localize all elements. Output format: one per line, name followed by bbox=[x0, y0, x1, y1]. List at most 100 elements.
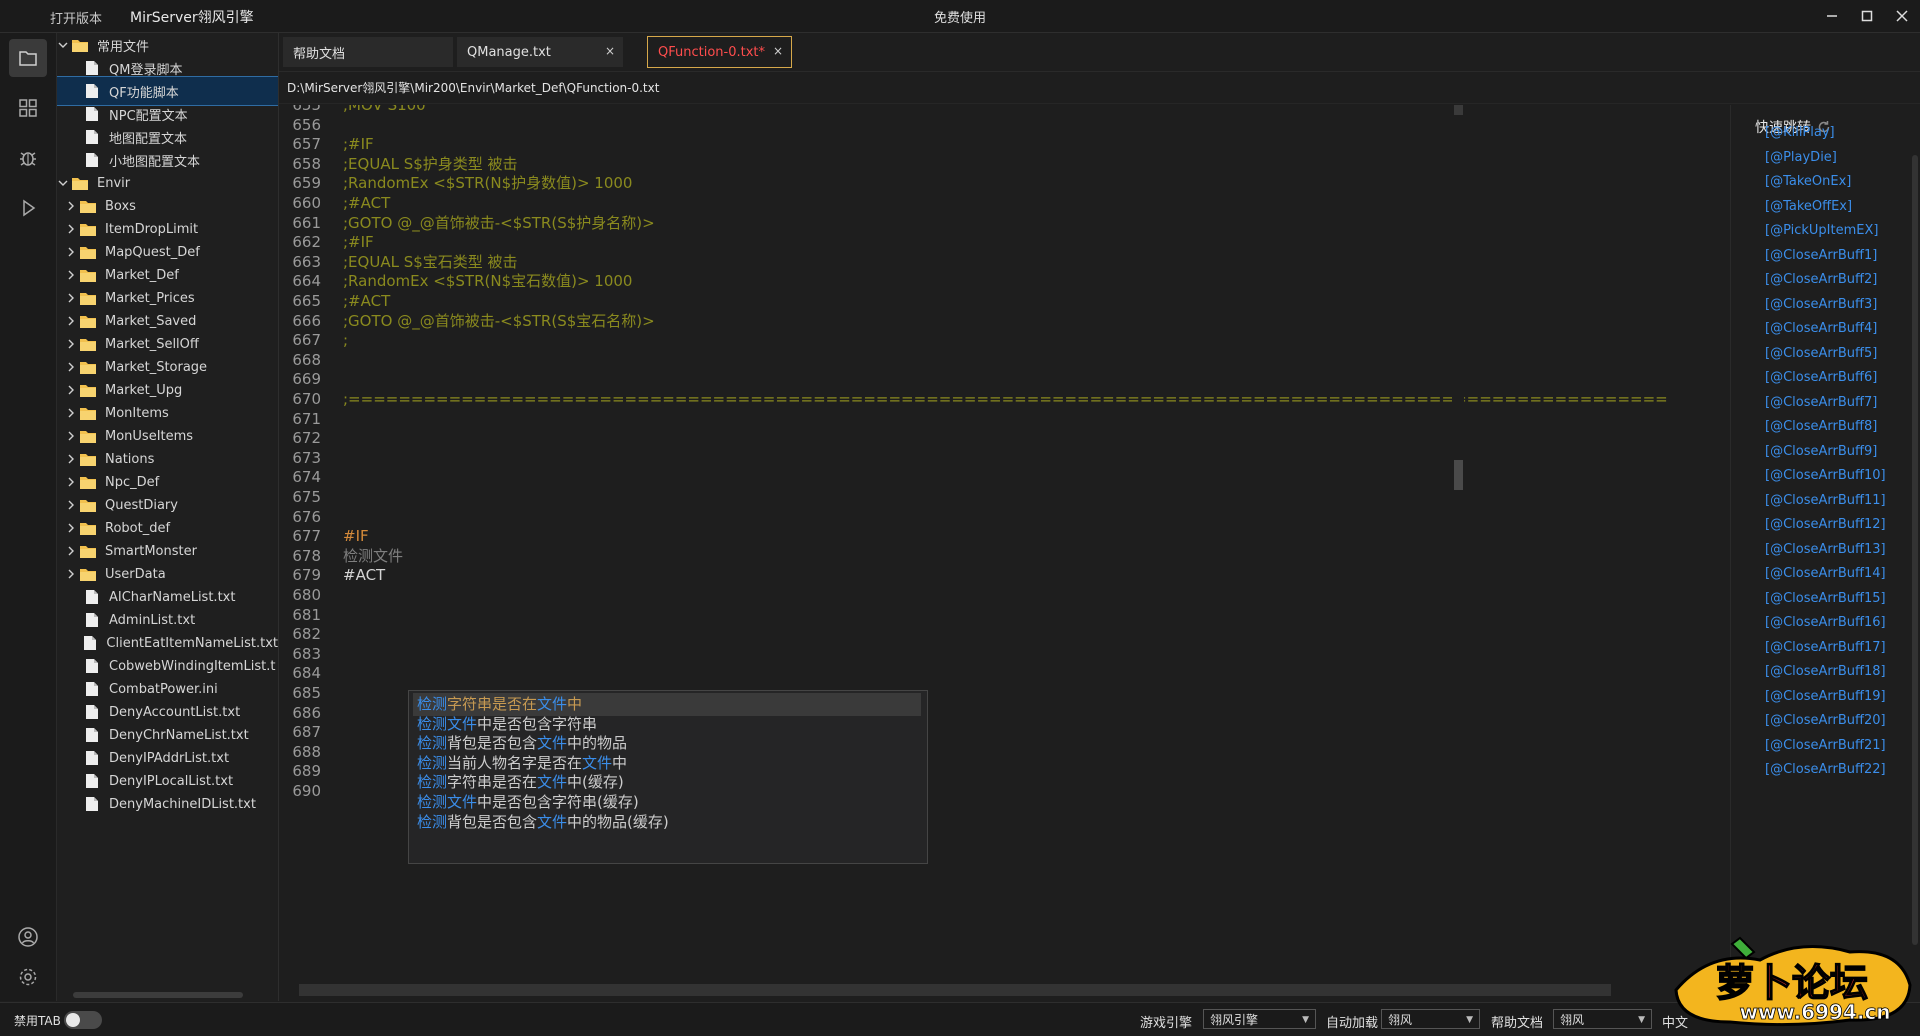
code-line[interactable]: ; bbox=[343, 328, 348, 352]
file-icon bbox=[86, 728, 98, 742]
quick-jump-link[interactable]: [@CloseArrBuff13] bbox=[1765, 542, 1886, 557]
chevron-right-icon bbox=[68, 454, 74, 464]
quick-jump-link[interactable]: [@CloseArrBuff17] bbox=[1765, 640, 1886, 655]
chevron-right-icon[interactable] bbox=[65, 522, 77, 534]
autocomplete-item-text: 中是否包含字符串(缓存) bbox=[477, 793, 639, 811]
chevron-right-icon[interactable] bbox=[65, 407, 77, 419]
tree-item-label: AICharNameList.txt bbox=[109, 589, 236, 605]
tree-item-label: MonUseItems bbox=[105, 428, 194, 444]
chevron-right-icon[interactable] bbox=[65, 200, 77, 212]
run-button[interactable] bbox=[9, 189, 47, 227]
autocomplete-item-text: 文件 bbox=[537, 734, 568, 753]
chevron-right-icon[interactable] bbox=[65, 453, 77, 465]
quick-jump-link[interactable]: [@CloseArrBuff6] bbox=[1765, 370, 1877, 385]
quick-jump-link[interactable]: [@CloseArrBuff18] bbox=[1765, 664, 1886, 679]
disable-tab-toggle[interactable] bbox=[64, 1011, 102, 1029]
quick-jump-link[interactable]: [@CloseArrBuff20] bbox=[1765, 713, 1886, 728]
quick-jump-link[interactable]: [@CloseArrBuff3] bbox=[1765, 297, 1877, 312]
debug-button[interactable] bbox=[9, 139, 47, 177]
quick-jump-link[interactable]: [@CloseArrBuff10] bbox=[1765, 468, 1886, 483]
tab-help-doc[interactable]: 帮助文档 bbox=[283, 37, 453, 67]
quick-jump-link[interactable]: [@PickUpItemEX] bbox=[1765, 223, 1878, 238]
chevron-right-icon[interactable] bbox=[65, 223, 77, 235]
file-icon bbox=[83, 83, 101, 99]
file-icon bbox=[86, 659, 98, 673]
quick-jump-link[interactable]: [@CloseArrBuff5] bbox=[1765, 346, 1877, 361]
code-line[interactable]: ;MOV S100 bbox=[343, 105, 426, 117]
chevron-right-icon[interactable] bbox=[65, 361, 77, 373]
quick-jump-link[interactable]: [@CloseArrBuff8] bbox=[1765, 419, 1877, 434]
account-button[interactable] bbox=[9, 918, 47, 956]
tab-qmanage[interactable]: QManage.txt × bbox=[457, 37, 623, 67]
code-line[interactable]: ;=======================================… bbox=[343, 387, 1668, 411]
quick-jump-link[interactable]: [@CloseArrBuff12] bbox=[1765, 517, 1886, 532]
folder-icon bbox=[80, 546, 96, 558]
folder-icon bbox=[79, 313, 97, 329]
settings-button[interactable] bbox=[9, 958, 47, 996]
tree-item-label: NPC配置文本 bbox=[109, 108, 188, 124]
explorer-button[interactable] bbox=[9, 39, 47, 77]
explorer-hscrollbar[interactable] bbox=[57, 989, 278, 1001]
quick-jump-link[interactable]: [@TakeOffEx] bbox=[1765, 199, 1852, 214]
extensions-button[interactable] bbox=[9, 89, 47, 127]
chevron-right-icon[interactable] bbox=[65, 568, 77, 580]
autoload-select[interactable]: 翎风 ▼ bbox=[1381, 1009, 1480, 1029]
chevron-right-icon[interactable] bbox=[65, 476, 77, 488]
tree-item-label: 地图配置文本 bbox=[109, 131, 188, 147]
folder-icon bbox=[71, 37, 89, 53]
chevron-right-icon[interactable] bbox=[65, 384, 77, 396]
editor-vscrollbar[interactable] bbox=[1452, 105, 1464, 980]
tab-close-button[interactable]: × bbox=[773, 44, 783, 58]
quick-jump-link[interactable]: [@CloseArrBuff22] bbox=[1765, 762, 1886, 777]
chevron-right-icon bbox=[68, 339, 74, 349]
file-icon bbox=[83, 658, 101, 674]
quick-jump-link[interactable]: [@PlayDie] bbox=[1765, 150, 1837, 165]
engine-select[interactable]: 翎风引擎 ▼ bbox=[1203, 1009, 1316, 1029]
quick-jump-link[interactable]: [@KillPlay] bbox=[1765, 125, 1835, 140]
code-line[interactable]: ;GOTO @_@首饰被击-<$STR(S$护身名称)> bbox=[343, 211, 655, 235]
tree-item-label: AdminList.txt bbox=[109, 612, 196, 628]
code-line[interactable]: ;GOTO @_@首饰被击-<$STR(S$宝石名称)> bbox=[343, 309, 655, 333]
code-line[interactable]: #ACT bbox=[343, 563, 385, 587]
quick-jump-link[interactable]: [@CloseArrBuff4] bbox=[1765, 321, 1877, 336]
chevron-right-icon[interactable] bbox=[65, 269, 77, 281]
quick-jump-link[interactable]: [@CloseArrBuff7] bbox=[1765, 395, 1877, 410]
chevron-right-icon[interactable] bbox=[65, 315, 77, 327]
quick-jump-link[interactable]: [@CloseArrBuff9] bbox=[1765, 444, 1877, 459]
close-window-button[interactable] bbox=[1885, 2, 1919, 30]
chevron-down-icon[interactable] bbox=[57, 177, 69, 189]
tab-qfunction[interactable]: QFunction-0.txt* × bbox=[647, 36, 792, 68]
engine-value: 翎风引擎 bbox=[1210, 1013, 1259, 1027]
folder-icon bbox=[80, 431, 96, 443]
chevron-right-icon[interactable] bbox=[65, 246, 77, 258]
quick-jump-link[interactable]: [@CloseArrBuff21] bbox=[1765, 738, 1886, 753]
quick-jump-link[interactable]: [@CloseArrBuff2] bbox=[1765, 272, 1877, 287]
autocomplete-item-text: 文件 bbox=[537, 773, 568, 792]
file-icon bbox=[86, 774, 98, 788]
quick-jump-scrollbar[interactable] bbox=[1909, 145, 1920, 980]
quick-jump-link[interactable]: [@CloseArrBuff1] bbox=[1765, 248, 1877, 263]
tree-file[interactable]: DenyMachineIDList.txt bbox=[57, 790, 278, 818]
chevron-right-icon[interactable] bbox=[65, 292, 77, 304]
autocomplete-item-text: 检测 bbox=[417, 753, 448, 772]
chevron-right-icon[interactable] bbox=[65, 430, 77, 442]
quick-jump-link[interactable]: [@CloseArrBuff11] bbox=[1765, 493, 1886, 508]
autocomplete-item-text: 背包是否包含 bbox=[447, 734, 538, 753]
autocomplete-item[interactable]: 检测背包是否包含文件中的物品(缓存) bbox=[413, 811, 921, 834]
quick-jump-link[interactable]: [@TakeOnEx] bbox=[1765, 174, 1851, 189]
quick-jump-link[interactable]: [@CloseArrBuff15] bbox=[1765, 591, 1886, 606]
minimize-button[interactable] bbox=[1815, 2, 1849, 30]
chevron-right-icon[interactable] bbox=[65, 499, 77, 511]
chevron-down-icon[interactable] bbox=[57, 39, 69, 51]
open-version-button[interactable]: 打开版本 bbox=[50, 8, 102, 27]
file-icon bbox=[86, 153, 98, 167]
quick-jump-link[interactable]: [@CloseArrBuff16] bbox=[1765, 615, 1886, 630]
editor-hscrollbar[interactable] bbox=[279, 982, 1729, 998]
quick-jump-link[interactable]: [@CloseArrBuff14] bbox=[1765, 566, 1886, 581]
tab-close-button[interactable]: × bbox=[605, 44, 615, 58]
chevron-right-icon[interactable] bbox=[65, 545, 77, 557]
help-select[interactable]: 翎风 ▼ bbox=[1553, 1009, 1652, 1029]
quick-jump-link[interactable]: [@CloseArrBuff19] bbox=[1765, 689, 1886, 704]
chevron-right-icon[interactable] bbox=[65, 338, 77, 350]
maximize-button[interactable] bbox=[1850, 2, 1884, 30]
